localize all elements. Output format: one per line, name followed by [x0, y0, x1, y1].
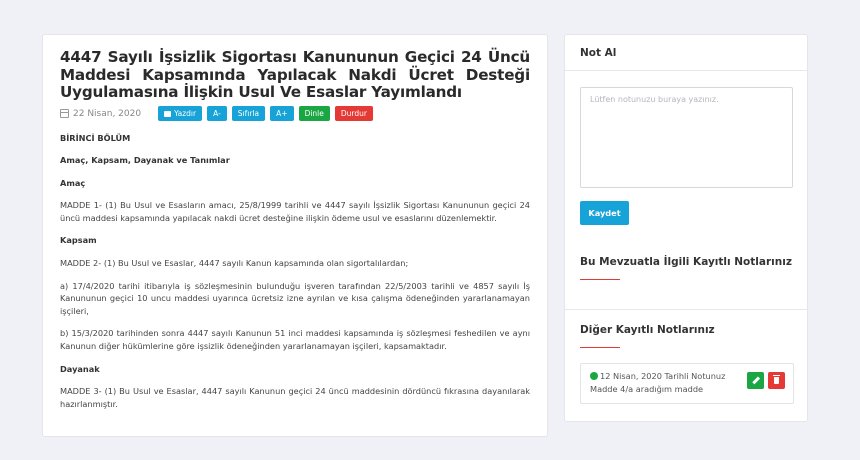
document-date: 22 Nisan, 2020 [60, 109, 141, 119]
delete-note-button[interactable] [768, 372, 785, 389]
stop-button[interactable]: Durdur [334, 106, 373, 121]
section-title: Amaç, Kapsam, Dayanak ve Tanımlar [60, 155, 230, 166]
section-label: BİRİNCİ BÖLÜM [60, 132, 131, 143]
article-2-b: b) 15/3/2020 tarihinden sonra 4447 sayıl… [60, 328, 530, 352]
edit-note-button[interactable] [747, 372, 764, 389]
font-increase-button[interactable]: A+ [270, 106, 294, 121]
print-button[interactable]: Yazdır [158, 106, 203, 121]
saved-note-text-wrap[interactable]: 12 Nisan, 2020 Tarihli Notunuz Madde 4/a… [590, 370, 740, 403]
notes-panel: Not Al Kaydet Bu Mevzuatla İlgili Kayıtl… [564, 34, 808, 422]
reader-toolbar: Yazdır A- Sıfırla A+ Dinle Durdur [158, 106, 373, 121]
heading-amac: Amaç [60, 177, 86, 188]
heading-dayanak: Dayanak [60, 363, 100, 374]
print-label: Yazdır [174, 109, 197, 118]
printer-icon [164, 110, 172, 117]
heading-kapsam: Kapsam [60, 235, 97, 246]
document-title: 4447 Sayılı İşsizlik Sigortası Kanununun… [60, 48, 530, 101]
other-notes-underline [580, 347, 620, 348]
article-1: MADDE 1- (1) Bu Usul ve Esasların amacı,… [60, 200, 530, 223]
article-3: MADDE 3- (1) Bu Usul ve Esaslar, 4447 sa… [60, 386, 530, 409]
related-notes-underline [580, 279, 620, 280]
font-decrease-button[interactable]: A- [207, 106, 227, 121]
article-2-a: a) 17/4/2020 tarihi itibarıyla iş sözleş… [60, 280, 530, 316]
calendar-icon [60, 109, 69, 118]
font-reset-button[interactable]: Sıfırla [231, 106, 266, 121]
document-meta: 22 Nisan, 2020 Yazdır A- Sıfırla A+ Dinl… [60, 106, 530, 122]
pencil-icon [752, 376, 760, 384]
saved-note-text: 12 Nisan, 2020 Tarihli Notunuz Madde 4/a… [590, 371, 726, 394]
article-2: MADDE 2- (1) Bu Usul ve Esaslar, 4447 sa… [60, 258, 409, 269]
related-notes-title: Bu Mevzuatla İlgili Kayıtlı Notlarınız [580, 256, 792, 268]
trash-icon [773, 375, 780, 384]
date-text: 22 Nisan, 2020 [73, 108, 142, 119]
document-body: BİRİNCİ BÖLÜM Amaç, Kapsam, Dayanak ve T… [60, 132, 530, 411]
check-circle-icon [590, 372, 598, 380]
saved-note-item: 12 Nisan, 2020 Tarihli Notunuz Madde 4/a… [580, 363, 794, 404]
other-notes-title: Diğer Kayıtlı Notlarınız [580, 324, 715, 336]
notes-panel-title: Not Al [565, 35, 807, 71]
note-actions [747, 372, 785, 403]
note-input[interactable] [580, 87, 793, 188]
document-card: 4447 Sayılı İşsizlik Sigortası Kanununun… [42, 34, 548, 437]
section-divider [565, 309, 807, 310]
save-note-button[interactable]: Kaydet [580, 201, 629, 225]
listen-button[interactable]: Dinle [298, 106, 330, 121]
